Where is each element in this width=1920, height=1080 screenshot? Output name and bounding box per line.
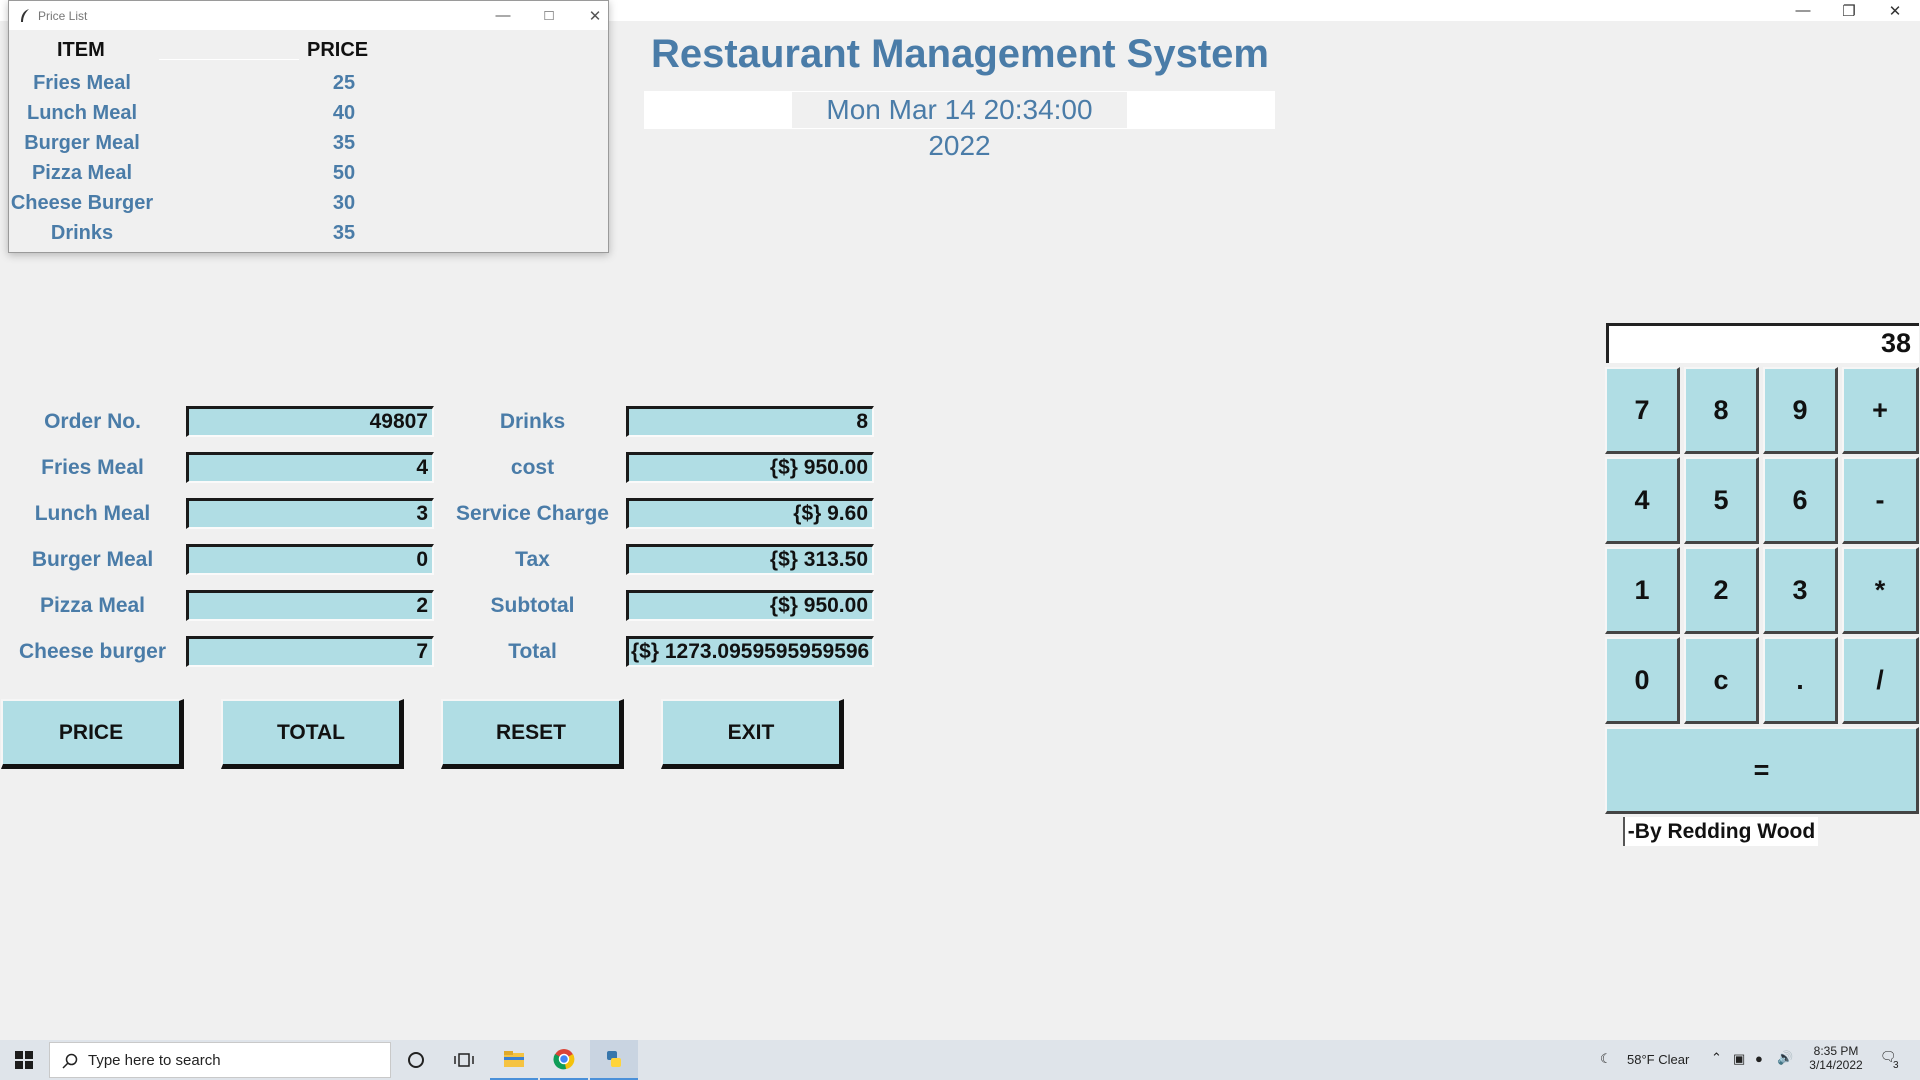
price-item-value: 50: [332, 162, 356, 184]
minimize-icon[interactable]: —: [1780, 0, 1826, 21]
calc-key-multiply[interactable]: *: [1842, 547, 1919, 634]
pizza-meal-field[interactable]: 2: [186, 590, 434, 621]
search-icon: [62, 1053, 78, 1069]
meet-now-icon[interactable]: ▣: [1733, 1051, 1745, 1067]
fries-meal-label: Fries Meal: [41, 456, 144, 479]
feather-icon: [21, 9, 29, 22]
service-charge-label: Service Charge: [456, 502, 609, 525]
pizza-meal-label: Pizza Meal: [39, 594, 146, 617]
volume-icon[interactable]: 🔊: [1777, 1050, 1793, 1066]
reset-button[interactable]: RESET: [441, 699, 624, 769]
price-item-name: Fries Meal: [33, 72, 131, 94]
calc-key-3[interactable]: 3: [1763, 547, 1838, 634]
taskbar: Type here to search ☾ 58°F Clear ⌃ ▣ ● 🔊…: [0, 1040, 1920, 1080]
calc-key-decimal[interactable]: .: [1763, 637, 1838, 724]
calc-key-2[interactable]: 2: [1684, 547, 1759, 634]
order-no-label: Order No.: [44, 410, 141, 433]
clock-date: 3/14/2022: [1809, 1058, 1863, 1072]
author-credit: -By Redding Wood: [1623, 817, 1818, 846]
total-label: Total: [508, 640, 557, 663]
calc-key-equals[interactable]: =: [1605, 727, 1919, 814]
order-no-field[interactable]: 49807: [186, 406, 434, 437]
subtotal-field[interactable]: {$} 950.00: [626, 590, 874, 621]
calc-key-5[interactable]: 5: [1684, 457, 1759, 544]
lunch-meal-label: Lunch Meal: [34, 502, 151, 525]
header-item: ITEM: [57, 39, 105, 61]
notification-count: 3: [1893, 1060, 1899, 1071]
calc-key-clear[interactable]: c: [1684, 637, 1759, 724]
restore-icon[interactable]: ❐: [1826, 0, 1872, 21]
calc-key-1[interactable]: 1: [1605, 547, 1680, 634]
drinks-label: Drinks: [499, 410, 566, 433]
price-button[interactable]: PRICE: [1, 699, 184, 769]
cortana-icon[interactable]: [392, 1040, 440, 1080]
price-list-titlebar: Price List — □ ✕: [9, 1, 608, 30]
cost-field[interactable]: {$} 950.00: [626, 452, 874, 483]
lunch-meal-field[interactable]: 3: [186, 498, 434, 529]
fries-meal-field[interactable]: 4: [186, 452, 434, 483]
service-charge-field[interactable]: {$} 9.60: [626, 498, 874, 529]
price-item-value: 35: [332, 222, 356, 244]
burger-meal-field[interactable]: 0: [186, 544, 434, 575]
calculator-display[interactable]: 38: [1606, 323, 1919, 363]
price-item-value: 30: [332, 192, 356, 214]
cheese-burger-label: Cheese burger: [18, 640, 167, 663]
calc-key-6[interactable]: 6: [1763, 457, 1838, 544]
price-item-value: 35: [332, 132, 356, 154]
calc-key-7[interactable]: 7: [1605, 367, 1680, 454]
price-item-name: Burger Meal: [24, 132, 140, 154]
app-title: Restaurant Management System: [651, 32, 1269, 76]
price-list-title: Price List: [38, 9, 88, 23]
separator: [159, 59, 299, 60]
minimize-icon[interactable]: —: [480, 1, 526, 30]
calc-key-minus[interactable]: -: [1842, 457, 1919, 544]
cost-label: cost: [510, 456, 555, 479]
price-item-name: Cheese Burger: [10, 192, 154, 214]
clock-time: 8:35 PM: [1813, 1044, 1859, 1058]
drinks-field[interactable]: 8: [626, 406, 874, 437]
price-item-name: Drinks: [50, 222, 114, 244]
datetime-label: Mon Mar 14 20:34:00 2022: [792, 92, 1127, 161]
calc-key-divide[interactable]: /: [1842, 637, 1919, 724]
price-item-name: Lunch Meal: [26, 102, 137, 124]
tax-field[interactable]: {$} 313.50: [626, 544, 874, 575]
task-view-icon[interactable]: [440, 1040, 488, 1080]
maximize-icon[interactable]: □: [526, 1, 572, 30]
price-list-window: Price List — □ ✕ ITEM PRICE Fries Meal 2…: [8, 0, 609, 253]
calc-key-plus[interactable]: +: [1842, 367, 1919, 454]
calc-key-9[interactable]: 9: [1763, 367, 1838, 454]
exit-button[interactable]: EXIT: [661, 699, 844, 769]
file-explorer-icon[interactable]: [490, 1040, 538, 1080]
total-button[interactable]: TOTAL: [221, 699, 404, 769]
price-item-name: Pizza Meal: [31, 162, 133, 184]
search-placeholder: Type here to search: [88, 1052, 221, 1069]
total-field[interactable]: {$} 1273.0959595959596: [626, 636, 874, 667]
close-icon[interactable]: ✕: [572, 1, 618, 30]
calc-key-8[interactable]: 8: [1684, 367, 1759, 454]
price-item-value: 40: [332, 102, 356, 124]
chevron-up-icon[interactable]: ⌃: [1711, 1050, 1722, 1066]
network-icon[interactable]: ●: [1755, 1051, 1763, 1066]
header-price: PRICE: [307, 39, 369, 61]
weather-icon[interactable]: ☾: [1600, 1051, 1612, 1067]
chrome-icon[interactable]: [540, 1040, 588, 1080]
python-icon[interactable]: [590, 1040, 638, 1080]
clock[interactable]: 8:35 PM 3/14/2022: [1808, 1044, 1864, 1072]
calc-key-4[interactable]: 4: [1605, 457, 1680, 544]
windows-start-icon[interactable]: [0, 1040, 48, 1080]
price-item-value: 25: [332, 72, 356, 94]
subtotal-label: Subtotal: [490, 594, 575, 617]
close-icon[interactable]: ✕: [1872, 0, 1918, 21]
calc-key-0[interactable]: 0: [1605, 637, 1680, 724]
burger-meal-label: Burger Meal: [31, 548, 154, 571]
cheese-burger-field[interactable]: 7: [186, 636, 434, 667]
taskbar-search-box[interactable]: Type here to search: [49, 1042, 391, 1078]
weather-label[interactable]: 58°F Clear: [1627, 1052, 1689, 1067]
tax-label: Tax: [515, 548, 550, 571]
